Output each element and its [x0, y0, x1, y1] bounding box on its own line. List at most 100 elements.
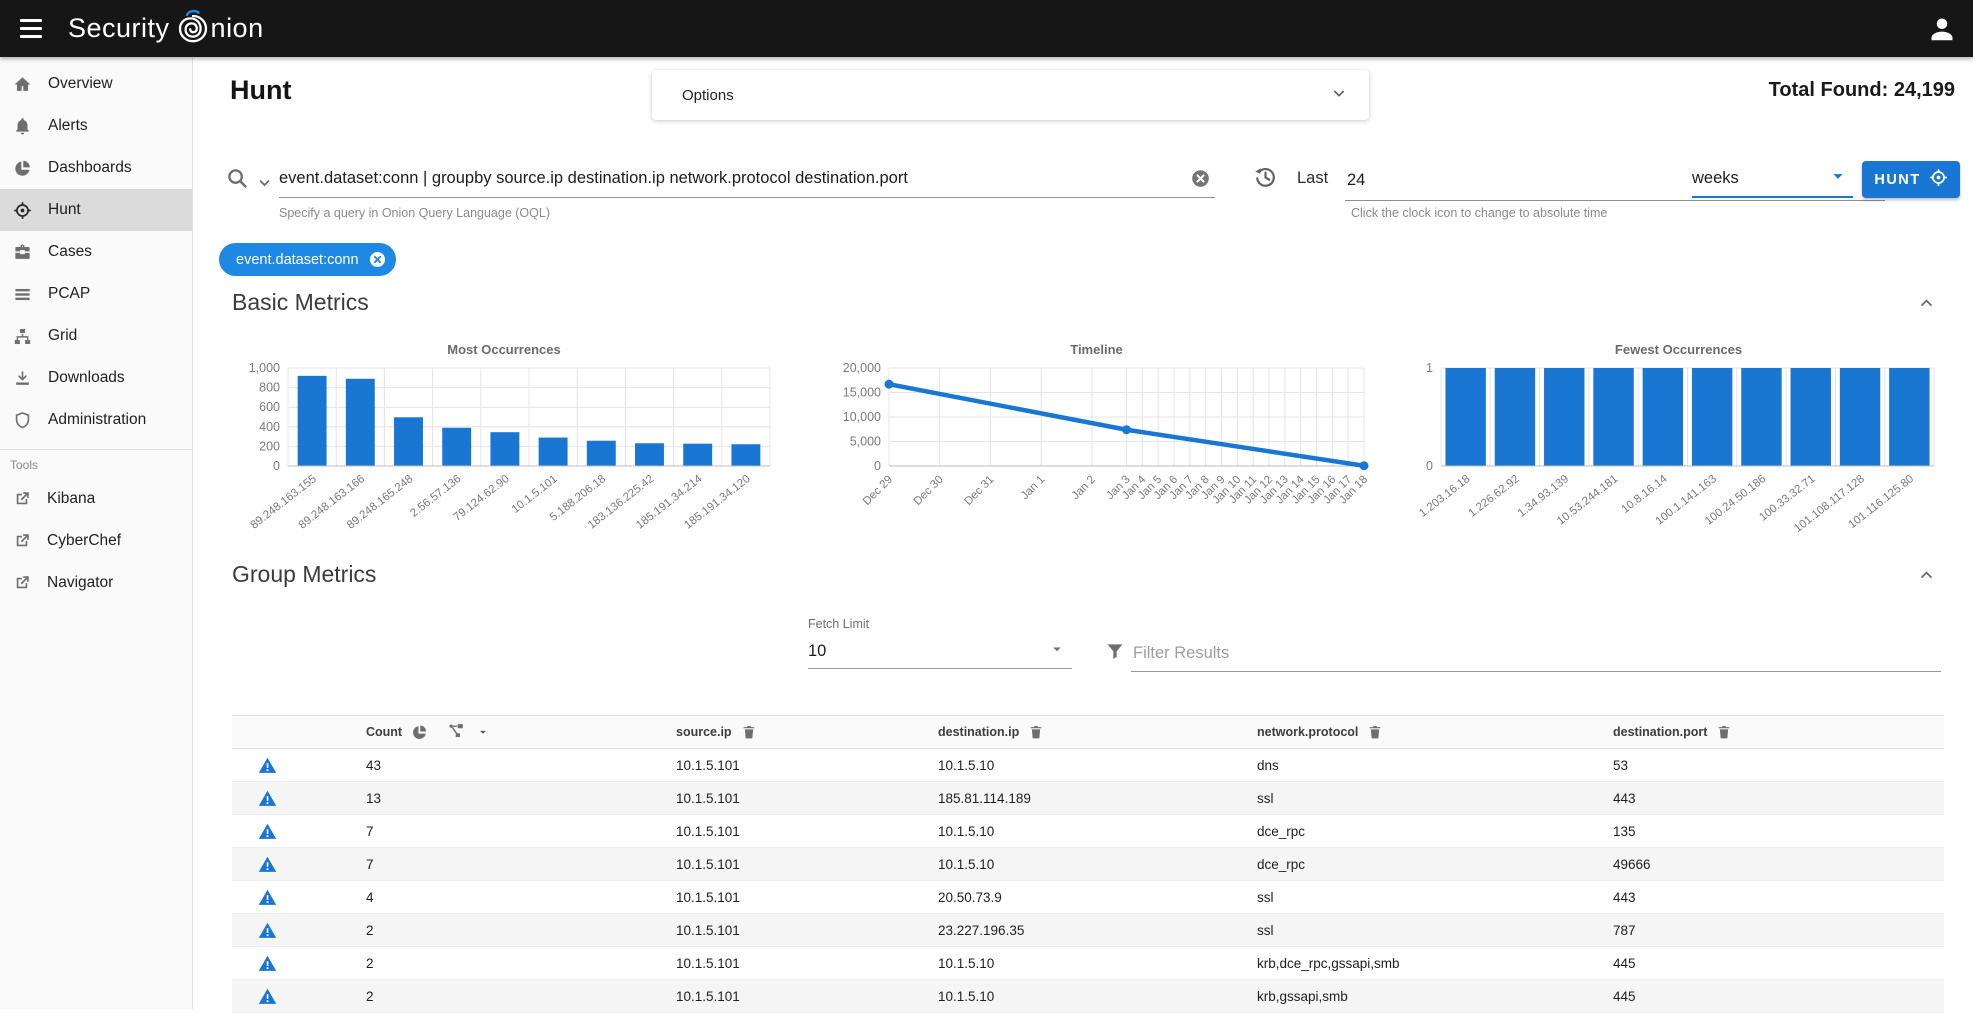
table-cell[interactable]: 445	[1589, 980, 1944, 1013]
table-cell[interactable]: dce_rpc	[1233, 815, 1589, 848]
table-row[interactable]: 210.1.5.10110.1.5.10krb,dce_rpc,gssapi,s…	[232, 947, 1944, 980]
group-metrics-collapse-icon[interactable]	[1914, 563, 1939, 591]
warning-triangle-icon[interactable]	[258, 823, 277, 840]
filter-chip[interactable]: event.dataset:conn	[219, 243, 396, 276]
bar[interactable]	[587, 441, 616, 466]
table-cell[interactable]: 20.50.73.9	[914, 881, 1233, 914]
bar[interactable]	[1495, 368, 1535, 466]
table-row[interactable]: 4310.1.5.10110.1.5.10dns53	[232, 749, 1944, 782]
table-cell[interactable]: 135	[1589, 815, 1944, 848]
sidebar-item-overview[interactable]: Overview	[0, 63, 192, 105]
bar[interactable]	[539, 438, 568, 466]
warning-triangle-icon[interactable]	[258, 790, 277, 807]
bar[interactable]	[298, 376, 327, 466]
sidebar-item-cases[interactable]: Cases	[0, 231, 192, 273]
bar[interactable]	[1889, 368, 1929, 466]
bar[interactable]	[1741, 368, 1781, 466]
table-cell[interactable]: 445	[1589, 947, 1944, 980]
table-cell[interactable]: 787	[1589, 914, 1944, 947]
sidebar-item-navigator[interactable]: Navigator	[0, 562, 192, 604]
sidebar-item-grid[interactable]: Grid	[0, 315, 192, 357]
trash-icon[interactable]	[1028, 724, 1044, 740]
warning-triangle-icon[interactable]	[258, 955, 277, 972]
table-cell[interactable]: 10.1.5.101	[652, 848, 914, 881]
table-cell[interactable]: 10.1.5.10	[914, 815, 1233, 848]
bar[interactable]	[731, 444, 760, 466]
table-cell[interactable]: dns	[1233, 749, 1589, 782]
trash-icon[interactable]	[1367, 724, 1383, 740]
table-cell[interactable]: krb,gssapi,smb	[1233, 980, 1589, 1013]
bar[interactable]	[346, 379, 375, 466]
table-cell[interactable]: dce_rpc	[1233, 848, 1589, 881]
chip-close-icon[interactable]	[368, 250, 387, 269]
table-cell[interactable]: 2	[342, 980, 652, 1013]
table-cell[interactable]: 185.81.114.189	[914, 782, 1233, 815]
chevron-down-icon[interactable]	[1331, 85, 1347, 105]
sidebar-item-administration[interactable]: Administration	[0, 399, 192, 441]
bar[interactable]	[635, 443, 664, 466]
table-cell[interactable]: 53	[1589, 749, 1944, 782]
table-row[interactable]: 1310.1.5.101185.81.114.189ssl443	[232, 782, 1944, 815]
bar[interactable]	[1593, 368, 1633, 466]
sidebar-item-dashboards[interactable]: Dashboards	[0, 147, 192, 189]
bar[interactable]	[1840, 368, 1880, 466]
menu-icon[interactable]	[8, 9, 54, 49]
table-cell[interactable]: 10.1.5.101	[652, 815, 914, 848]
sidebar-item-pcap[interactable]: PCAP	[0, 273, 192, 315]
table-row[interactable]: 210.1.5.10110.1.5.10krb,gssapi,smb445	[232, 980, 1944, 1013]
history-clock-icon[interactable]	[1253, 165, 1278, 195]
table-row[interactable]: 710.1.5.10110.1.5.10dce_rpc135	[232, 815, 1944, 848]
table-cell[interactable]: krb,dce_rpc,gssapi,smb	[1233, 947, 1589, 980]
query-history-chevron-icon[interactable]	[257, 175, 272, 195]
table-cell[interactable]: 10.1.5.101	[652, 914, 914, 947]
table-cell[interactable]: 7	[342, 815, 652, 848]
table-cell[interactable]: 10.1.5.101	[652, 947, 914, 980]
bar[interactable]	[1643, 368, 1683, 466]
table-cell[interactable]: 43	[342, 749, 652, 782]
bar[interactable]	[394, 417, 423, 466]
table-cell[interactable]: 10.1.5.101	[652, 782, 914, 815]
basic-metrics-collapse-icon[interactable]	[1914, 291, 1939, 319]
chart-canvas[interactable]: 05,00010,00015,00020,000Dec 29Dec 30Dec …	[819, 360, 1374, 560]
table-cell[interactable]: 10.1.5.101	[652, 749, 914, 782]
table-row[interactable]: 210.1.5.10123.227.196.35ssl787	[232, 914, 1944, 947]
user-avatar-icon[interactable]	[1927, 14, 1957, 44]
caret-down-icon[interactable]	[476, 725, 490, 739]
chart-canvas[interactable]: 011.203.16.181.226.62.921.34.93.13910.53…	[1415, 360, 1942, 560]
table-cell[interactable]: 4	[342, 881, 652, 914]
chart-canvas[interactable]: 02004006008001,00089.248.163.15589.248.1…	[230, 360, 778, 560]
table-cell[interactable]: 10.1.5.10	[914, 947, 1233, 980]
table-cell[interactable]: 23.227.196.35	[914, 914, 1233, 947]
bar[interactable]	[1445, 368, 1485, 466]
time-unit-select[interactable]: weeks	[1692, 160, 1853, 198]
hunt-button[interactable]: HUNT	[1862, 161, 1960, 198]
options-expander[interactable]: Options	[652, 70, 1369, 120]
pie-chart-icon[interactable]	[411, 724, 428, 741]
data-point[interactable]	[885, 380, 894, 389]
table-cell[interactable]: ssl	[1233, 881, 1589, 914]
clear-query-icon[interactable]	[1190, 168, 1211, 194]
table-cell[interactable]: 443	[1589, 881, 1944, 914]
data-point[interactable]	[1122, 425, 1131, 434]
table-cell[interactable]: 49666	[1589, 848, 1944, 881]
bar[interactable]	[442, 428, 471, 466]
trash-icon[interactable]	[741, 724, 757, 740]
warning-triangle-icon[interactable]	[258, 757, 277, 774]
table-cell[interactable]: 13	[342, 782, 652, 815]
bar[interactable]	[1692, 368, 1732, 466]
table-cell[interactable]: 10.1.5.10	[914, 848, 1233, 881]
sidebar-item-hunt[interactable]: Hunt	[0, 189, 192, 231]
bar[interactable]	[490, 432, 519, 466]
sidebar-item-cyberchef[interactable]: CyberChef	[0, 520, 192, 562]
table-cell[interactable]: 10.1.5.10	[914, 749, 1233, 782]
bar[interactable]	[1791, 368, 1831, 466]
bar[interactable]	[1544, 368, 1584, 466]
warning-triangle-icon[interactable]	[258, 856, 277, 873]
table-cell[interactable]: 10.1.5.101	[652, 980, 914, 1013]
sidebar-item-downloads[interactable]: Downloads	[0, 357, 192, 399]
warning-triangle-icon[interactable]	[258, 889, 277, 906]
table-cell[interactable]: 10.1.5.101	[652, 881, 914, 914]
table-row[interactable]: 710.1.5.10110.1.5.10dce_rpc49666	[232, 848, 1944, 881]
table-cell[interactable]: ssl	[1233, 782, 1589, 815]
bar[interactable]	[683, 444, 712, 466]
